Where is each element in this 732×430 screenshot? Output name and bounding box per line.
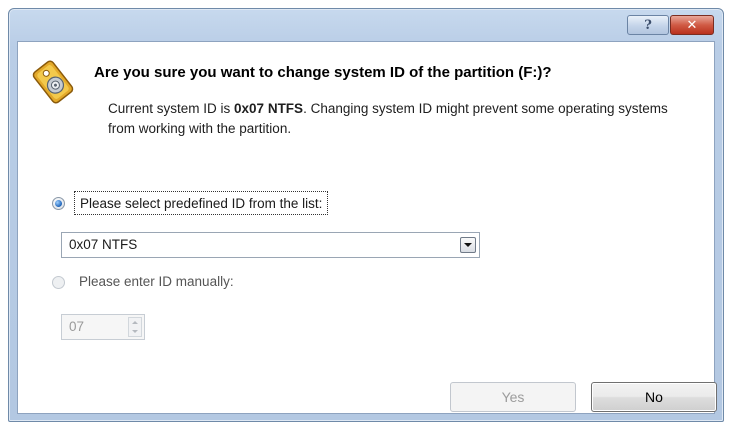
help-icon: ? — [644, 17, 652, 33]
chevron-down-icon — [464, 243, 472, 247]
current-system-id: 0x07 NTFS — [234, 101, 304, 116]
manual-id-label[interactable]: Please enter ID manually: — [79, 274, 234, 289]
help-button[interactable]: ? — [627, 15, 669, 35]
yes-button[interactable]: Yes — [450, 382, 576, 412]
dialog-window: ? ✕ Are you sure you want to change syst… — [8, 8, 724, 422]
system-id-dropdown-value: 0x07 NTFS — [69, 237, 138, 252]
partition-tag-icon — [32, 60, 74, 104]
manual-id-value: 07 — [69, 319, 85, 334]
info-prefix: Current system ID is — [108, 101, 235, 116]
predefined-id-radio[interactable] — [52, 197, 65, 210]
manual-id-spinner[interactable]: 07 — [61, 314, 145, 340]
close-icon: ✕ — [686, 17, 698, 33]
spin-up-icon — [132, 321, 138, 324]
predefined-id-label[interactable]: Please select predefined ID from the lis… — [74, 191, 329, 215]
spinner-buttons[interactable] — [128, 317, 142, 337]
title-bar: ? ✕ — [9, 9, 723, 41]
confirmation-question: Are you sure you want to change system I… — [94, 64, 552, 81]
close-button[interactable]: ✕ — [670, 15, 714, 35]
info-text: Current system ID is 0x07 NTFS. Changing… — [108, 99, 698, 139]
radio-selected-dot — [55, 200, 62, 207]
system-id-dropdown[interactable]: 0x07 NTFS — [61, 232, 480, 258]
dialog-body: Are you sure you want to change system I… — [17, 41, 717, 414]
dropdown-arrow-button[interactable] — [460, 237, 476, 253]
manual-id-radio[interactable] — [52, 276, 65, 289]
spin-down-icon — [132, 330, 138, 333]
no-button[interactable]: No — [591, 382, 717, 412]
